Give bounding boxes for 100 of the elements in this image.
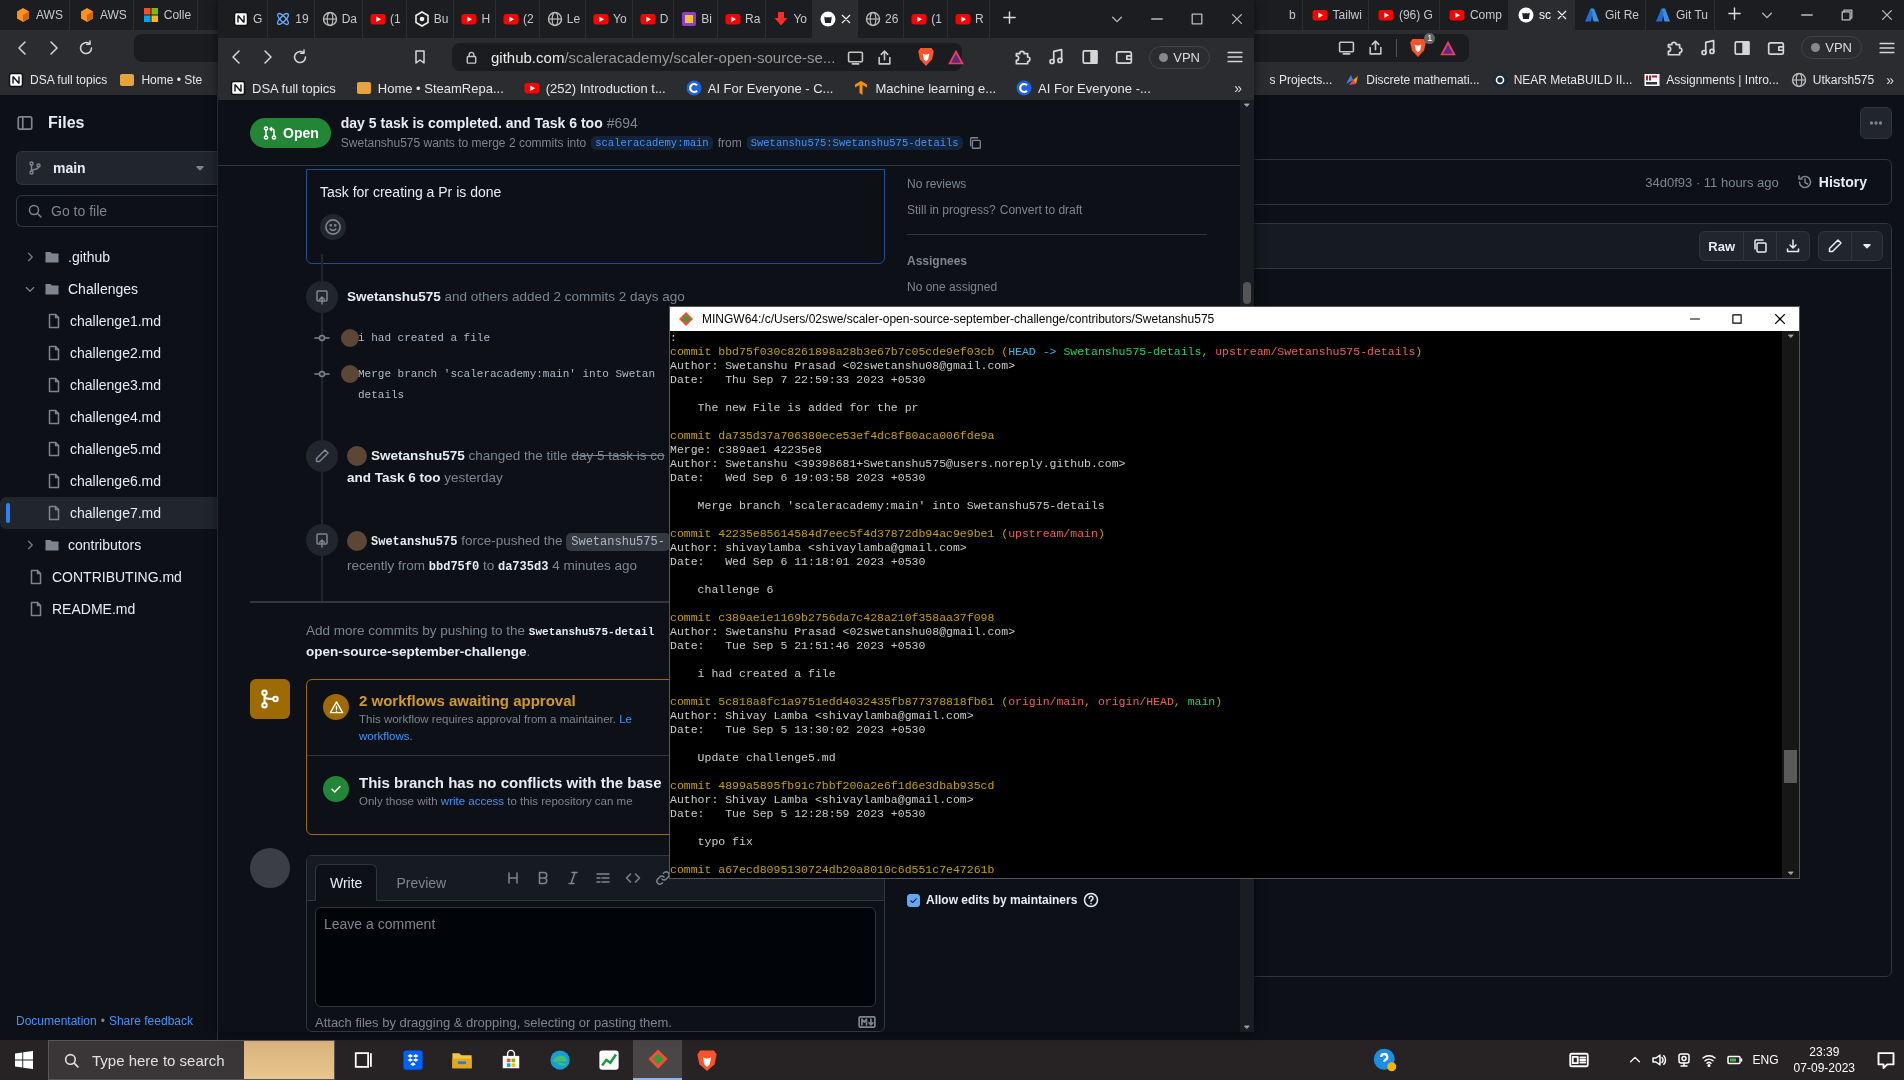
file-item[interactable]: challenge5.md — [0, 433, 217, 465]
scrollbar-thumb[interactable] — [1784, 750, 1797, 783]
bookmark-link[interactable]: Home • SteamRepa... — [355, 80, 504, 96]
file-item[interactable]: challenge2.md — [0, 337, 217, 369]
feedback-link[interactable]: Share feedback — [108, 1014, 193, 1028]
bookmark-link[interactable]: s Projects... — [1269, 73, 1333, 87]
close-icon[interactable] — [1880, 8, 1894, 22]
vpn-button[interactable]: VPN — [1149, 45, 1210, 69]
reload-icon[interactable] — [292, 49, 308, 65]
folder-item[interactable]: contributors — [0, 529, 217, 561]
maximize-icon[interactable] — [1731, 313, 1743, 325]
lion-shield-icon[interactable] — [1409, 37, 1428, 58]
folder-item[interactable]: .github — [0, 241, 217, 273]
browser-tab[interactable] — [812, 0, 858, 38]
file-item[interactable]: challenge4.md — [0, 401, 217, 433]
editor-tab[interactable]: Write — [315, 864, 378, 901]
commit-message[interactable]: Merge branch 'scaleracademy:main' into Swetan details — [358, 364, 656, 406]
vpn-button[interactable]: VPN — [1801, 36, 1862, 59]
triangle-logo-icon[interactable] — [947, 48, 966, 66]
down-arrow-icon[interactable] — [1242, 1022, 1252, 1032]
file-item[interactable]: challenge7.md — [0, 497, 217, 529]
browser-tab[interactable]: sc — [1508, 0, 1575, 30]
more-bookmarks-button[interactable]: » — [1234, 80, 1242, 96]
side-panel-icon[interactable] — [16, 114, 34, 132]
new-tab-icon[interactable] — [1001, 9, 1017, 25]
bookmark-link[interactable]: Discrete mathemati... — [1344, 72, 1480, 88]
bookmark-link[interactable]: AI For Everyone -... — [1016, 80, 1151, 96]
file-item[interactable]: CONTRIBUTING.md — [0, 561, 217, 593]
markdown-icon[interactable] — [858, 1013, 876, 1031]
music-note-icon[interactable] — [1699, 38, 1718, 57]
clock[interactable]: 23:39 07-09-2023 — [1793, 1044, 1855, 1076]
wallet-icon[interactable] — [1115, 48, 1134, 66]
file-item[interactable]: challenge3.md — [0, 369, 217, 401]
close-icon[interactable] — [1773, 312, 1787, 326]
description-link[interactable]: Le — [619, 713, 632, 725]
help-icon[interactable] — [1372, 1048, 1397, 1072]
cast-icon[interactable] — [1338, 39, 1356, 56]
copy-icon[interactable] — [967, 136, 982, 150]
quote-icon[interactable] — [595, 870, 612, 886]
camera-icon[interactable] — [1675, 1052, 1692, 1068]
maximize-icon[interactable] — [1190, 12, 1204, 26]
base-branch-label[interactable]: scaleracademy:main — [591, 136, 713, 150]
bookmark-icon[interactable] — [412, 49, 428, 65]
sidebar-icon[interactable] — [1733, 38, 1752, 57]
wifi-icon[interactable] — [1700, 1052, 1717, 1068]
checkbox[interactable] — [907, 893, 920, 907]
documentation-link[interactable]: Documentation — [16, 1014, 97, 1028]
up-arrow-icon[interactable] — [1785, 331, 1796, 341]
bookmark-link[interactable]: DSA full topics — [8, 72, 108, 88]
convert-to-draft-link[interactable]: Convert to draft — [999, 202, 1083, 218]
cast-icon[interactable] — [847, 48, 865, 66]
bookmark-link[interactable]: Home • Ste — [119, 72, 203, 88]
bookmark-link[interactable]: Assignments | Intro... — [1644, 72, 1779, 88]
puzzle-piece-icon[interactable] — [1013, 48, 1032, 66]
up-arrow-icon[interactable] — [1242, 100, 1252, 110]
head-branch-label[interactable]: Swetanshu575:Swetanshu575-details — [746, 136, 963, 150]
new-tab-icon[interactable] — [1727, 5, 1742, 21]
notification-icon[interactable] — [1876, 1050, 1896, 1070]
file-item[interactable]: challenge1.md — [0, 305, 217, 337]
help-icon[interactable] — [1083, 892, 1100, 908]
search-field[interactable]: Type here to search — [48, 1040, 335, 1080]
description-link[interactable]: workflows. — [359, 730, 413, 742]
language-indicator[interactable]: ENG — [1752, 1053, 1779, 1067]
close-icon[interactable] — [839, 13, 852, 25]
link-icon[interactable] — [655, 870, 672, 886]
more-options-button[interactable] — [1860, 107, 1892, 139]
commit-message[interactable]: i had created a file — [358, 328, 491, 349]
editor-tab[interactable]: Preview — [381, 864, 462, 901]
music-note-icon[interactable] — [1047, 48, 1066, 66]
folder-item[interactable]: Challenges — [0, 273, 217, 305]
branch-selector[interactable]: main — [16, 151, 217, 185]
smiley-icon[interactable] — [320, 214, 346, 240]
bookmark-link[interactable]: DSA full topics — [230, 80, 336, 96]
bookmark-link[interactable]: Machine learning e... — [853, 80, 997, 96]
bookmark-link[interactable]: Utkarsh575 — [1790, 72, 1875, 88]
reload-icon[interactable] — [78, 39, 94, 56]
code-icon[interactable] — [625, 870, 642, 886]
close-icon[interactable] — [1230, 12, 1244, 26]
share-icon[interactable] — [1367, 39, 1385, 56]
scrollbar-thumb[interactable] — [1243, 282, 1251, 304]
close-icon[interactable] — [1555, 9, 1568, 21]
share-icon[interactable] — [876, 48, 894, 66]
search-field[interactable]: Go to file — [16, 195, 217, 227]
bookmark-link[interactable]: NEAR MetaBUILD II... — [1491, 72, 1633, 88]
sidebar-icon[interactable] — [1081, 48, 1100, 66]
file-item[interactable]: challenge6.md — [0, 465, 217, 497]
address-field[interactable]: github.com/scaleracademy/scaler-open-source-se... — [452, 43, 962, 71]
file-item[interactable]: README.md — [0, 593, 217, 625]
lion-shield-icon[interactable] — [917, 47, 936, 67]
restore-icon[interactable] — [1840, 8, 1854, 22]
description-link[interactable]: write access — [440, 795, 505, 807]
more-bookmarks-button[interactable]: » — [1886, 72, 1894, 88]
news-icon[interactable] — [1567, 1050, 1590, 1070]
bookmark-link[interactable]: (252) Introduction t... — [523, 80, 666, 96]
history-button[interactable]: History — [1796, 174, 1867, 190]
down-arrow-icon[interactable] — [1785, 868, 1796, 878]
speaker-icon[interactable] — [1650, 1052, 1667, 1068]
comment-input[interactable]: Leave a comment — [315, 907, 876, 1007]
bookmark-link[interactable]: AI For Everyone - C... — [685, 80, 834, 96]
windows-logo-icon[interactable] — [15, 1051, 33, 1069]
